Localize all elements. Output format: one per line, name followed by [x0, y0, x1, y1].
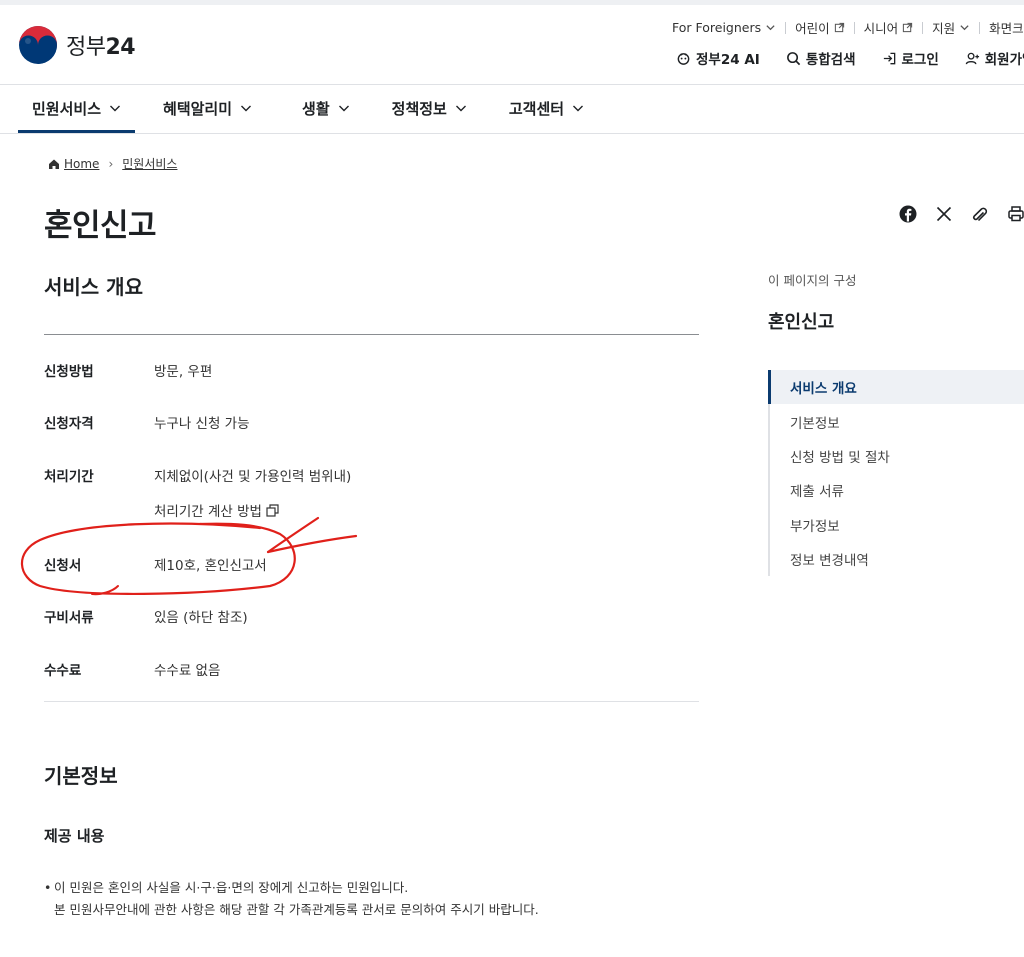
- signup-button[interactable]: 회원가입: [965, 48, 1024, 68]
- top-strip: [0, 0, 1024, 5]
- basic-info-title: 기본정보: [44, 764, 118, 788]
- external-link-icon: [903, 22, 913, 33]
- util-foreigners[interactable]: For Foreigners: [672, 20, 776, 35]
- nav-divider: [0, 133, 1024, 134]
- toc-list: 서비스 개요 기본정보 신청 방법 및 절차 제출 서류 부가정보 정보 변경내…: [768, 370, 1024, 577]
- util-support[interactable]: 지원: [932, 18, 970, 37]
- main-nav: 민원서비스 혜택알리미 생활 정책정보 고객센터: [0, 85, 598, 133]
- home-icon: [49, 159, 59, 169]
- ai-icon: [677, 52, 690, 65]
- login-button[interactable]: 로그인: [882, 48, 939, 68]
- nav-customer-center[interactable]: 고객센터: [495, 85, 598, 131]
- toc-item-basic-info[interactable]: 기본정보: [770, 404, 1024, 438]
- util-screen-size[interactable]: 화면크기: [989, 18, 1024, 37]
- row-value: 제10호, 혼인신고서: [154, 558, 267, 574]
- copy-window-icon: [266, 503, 279, 517]
- util-senior[interactable]: 시니어: [864, 18, 914, 37]
- row-value: 지체없이(사건 및 가용인력 범위내): [154, 469, 352, 485]
- chevron-down-icon: [960, 25, 969, 31]
- login-icon: [883, 52, 895, 64]
- ai-button[interactable]: 정부24 AI: [676, 48, 760, 68]
- row-value: 수수료 없음: [154, 663, 221, 679]
- toc-caption: 이 페이지의 구성: [768, 273, 857, 288]
- service-overview-title: 서비스 개요: [44, 275, 143, 299]
- period-calc-link[interactable]: 처리기간 계산 방법: [154, 500, 279, 520]
- chevron-down-icon: [573, 105, 584, 112]
- row-label: 신청방법: [44, 364, 94, 380]
- row-label: 신청서: [44, 558, 82, 574]
- site-logo[interactable]: 정부24: [18, 25, 136, 65]
- toc-item-documents[interactable]: 제출 서류: [770, 473, 1024, 507]
- overview-top-rule: [44, 334, 699, 335]
- row-value: 방문, 우편: [154, 364, 213, 380]
- chevron-down-icon: [110, 105, 121, 112]
- toc-item-overview[interactable]: 서비스 개요: [768, 370, 1024, 405]
- toc-item-change-history[interactable]: 정보 변경내역: [770, 542, 1024, 576]
- search-button[interactable]: 통합검색: [786, 48, 856, 68]
- breadcrumb-current[interactable]: 민원서비스: [122, 155, 177, 172]
- chevron-down-icon: [338, 105, 349, 112]
- toc-title: 혼인신고: [768, 312, 835, 333]
- nav-policy-info[interactable]: 정책정보: [378, 85, 481, 131]
- page-title: 혼인신고: [44, 208, 157, 244]
- global-nav-actions: 정부24 AI 통합검색 로그인 회원가입: [676, 48, 1024, 68]
- share-tools: [898, 204, 1024, 224]
- util-kids[interactable]: 어린이: [795, 18, 845, 37]
- facebook-icon[interactable]: [898, 204, 918, 224]
- chevron-down-icon: [455, 105, 466, 112]
- row-label: 수수료: [44, 663, 82, 679]
- bullet-icon: •: [44, 880, 52, 895]
- toc-item-method[interactable]: 신청 방법 및 절차: [770, 439, 1024, 473]
- nav-benefit-alarm[interactable]: 혜택알리미: [149, 85, 266, 131]
- user-add-icon: [965, 52, 979, 64]
- chevron-down-icon: [766, 25, 775, 31]
- row-label: 처리기간: [44, 469, 94, 485]
- breadcrumb: Home › 민원서비스: [48, 155, 177, 172]
- row-label: 신청자격: [44, 416, 94, 432]
- link-copy-icon[interactable]: [970, 204, 990, 224]
- chevron-down-icon: [241, 105, 252, 112]
- external-link-icon: [834, 22, 844, 33]
- x-twitter-icon[interactable]: [934, 204, 954, 224]
- nav-life[interactable]: 생활: [288, 85, 364, 131]
- nav-civil-service[interactable]: 민원서비스: [18, 85, 136, 133]
- provided-content-title: 제공 내용: [44, 827, 105, 845]
- row-value: 누구나 신청 가능: [154, 416, 250, 432]
- taegeuk-emblem-icon: [19, 26, 57, 64]
- desc-line: 이 민원은 혼인의 사실을 시·구·읍·면의 장에게 신고하는 민원입니다.: [54, 880, 409, 895]
- print-icon[interactable]: [1006, 204, 1024, 224]
- search-icon: [786, 51, 801, 65]
- logo-text: 정부24: [66, 35, 136, 60]
- toc-item-additional[interactable]: 부가정보: [770, 508, 1024, 542]
- breadcrumb-home[interactable]: Home: [48, 157, 99, 171]
- overview-bottom-rule: [44, 701, 699, 702]
- utility-links: For Foreigners 어린이 시니어 지원 화면크기: [672, 18, 1024, 37]
- row-value: 있음 (하단 참조): [154, 610, 248, 626]
- breadcrumb-separator-icon: ›: [108, 156, 114, 171]
- basic-info-description: • 이 민원은 혼인의 사실을 시·구·읍·면의 장에게 신고하는 민원입니다.…: [44, 877, 539, 921]
- row-label: 구비서류: [44, 610, 94, 626]
- desc-line: 본 민원사무안내에 관한 사항은 해당 관할 각 가족관계등록 관서로 문의하여…: [54, 902, 539, 917]
